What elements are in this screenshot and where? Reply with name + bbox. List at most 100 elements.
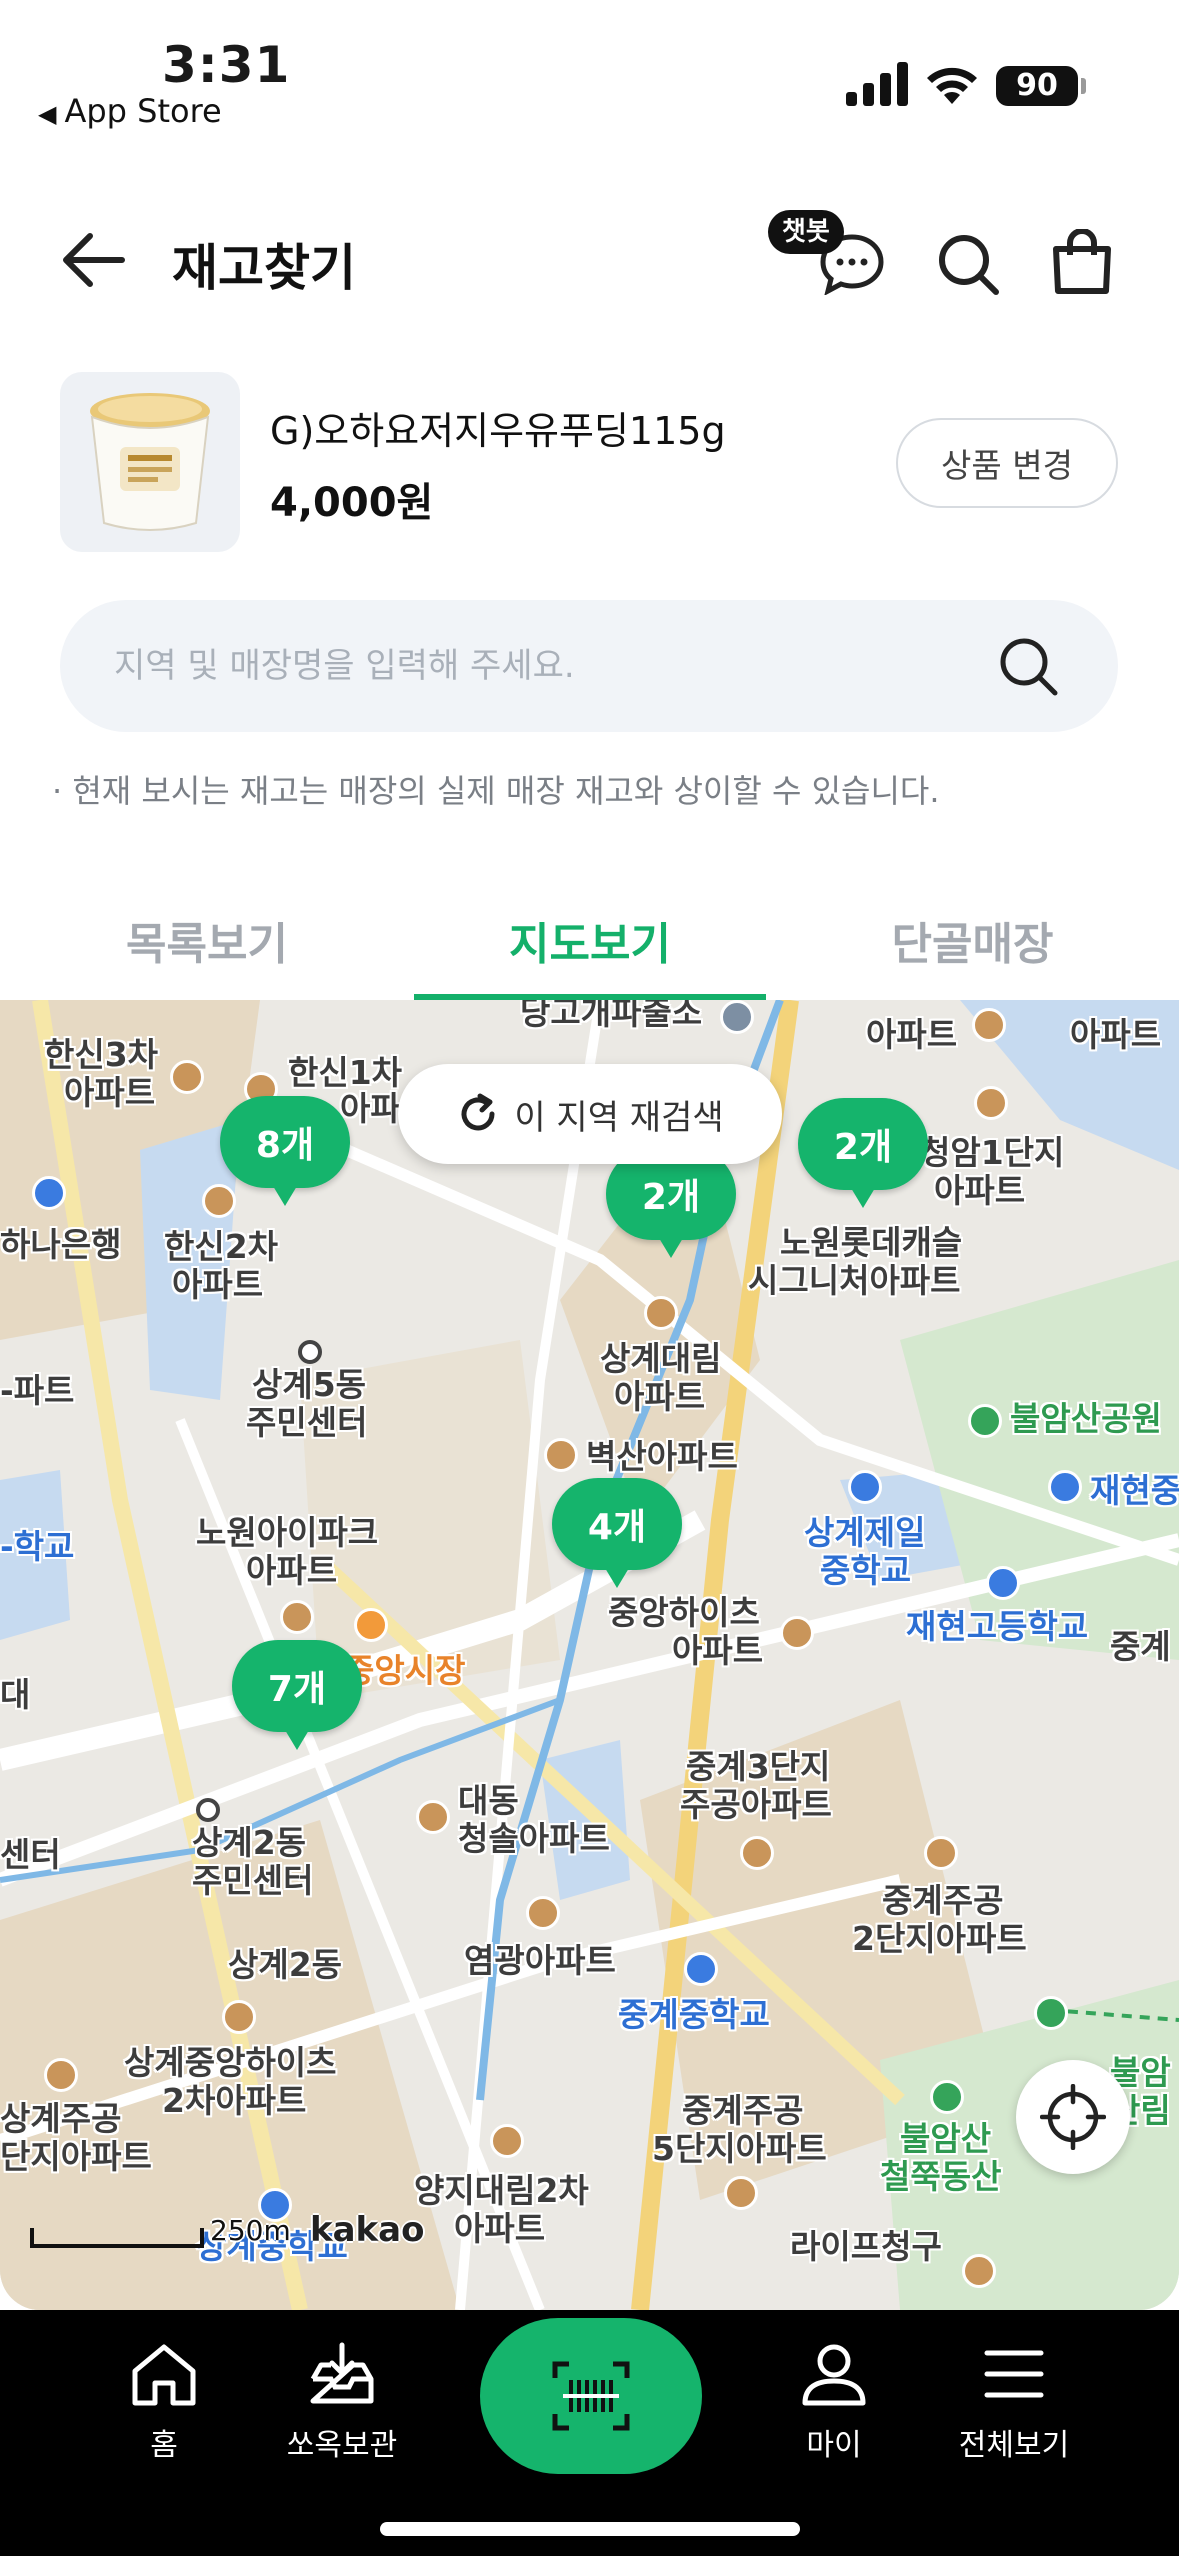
map-label: 상계5동	[252, 1365, 367, 1404]
apartment-poi-icon	[490, 2124, 524, 2158]
map-label: 상계주공	[0, 2099, 122, 2138]
nav-home-label: 홈	[150, 2428, 178, 2463]
barcode-scan-button[interactable]	[480, 2318, 702, 2474]
shopping-bag-button[interactable]	[1042, 222, 1122, 302]
apartment-poi-icon	[974, 1086, 1008, 1120]
map-label: 주민센터	[246, 1403, 368, 1442]
stock-cluster-marker[interactable]: 2개	[798, 1098, 928, 1208]
stock-cluster-marker[interactable]: 8개	[220, 1096, 350, 1206]
map-label: -학교	[0, 1527, 75, 1566]
apartment-poi-icon	[202, 1184, 236, 1218]
map-label: 중앙하이츠	[608, 1593, 760, 1632]
crosshair-icon	[1040, 2084, 1106, 2150]
tab-map-view[interactable]: 지도보기	[414, 880, 766, 1000]
apartment-poi-icon	[44, 2058, 78, 2092]
stock-notice: · 현재 보시는 재고는 매장의 실제 매장 재고와 상이할 수 있습니다.	[52, 772, 940, 810]
store-search-button[interactable]	[990, 628, 1066, 704]
refresh-icon	[456, 1092, 500, 1136]
apartment-poi-icon	[280, 1600, 314, 1634]
map-label: 상계제일	[804, 1513, 926, 1552]
apartment-poi-icon	[740, 1836, 774, 1870]
school-poi-icon	[986, 1566, 1020, 1600]
menu-icon	[974, 2334, 1054, 2414]
map-label: 철쭉동산	[880, 2157, 1002, 2196]
stock-cluster-marker[interactable]: 7개	[232, 1640, 362, 1750]
back-button[interactable]	[56, 222, 132, 298]
store-search-input[interactable]	[114, 630, 974, 702]
apartment-poi-icon	[526, 1896, 560, 1930]
apartment-poi-icon	[170, 1060, 204, 1094]
map-label: 아파트	[172, 1265, 264, 1304]
map-label: 중계	[1110, 1627, 1171, 1666]
map-label: 노원아이파크	[196, 1513, 379, 1552]
nav-all-menu-label: 전체보기	[958, 2428, 1070, 2463]
map-label: 상계2동	[192, 1823, 307, 1862]
map-label: 단지아파트	[0, 2137, 152, 2176]
wifi-icon	[927, 67, 977, 104]
change-product-button[interactable]: 상품 변경	[896, 418, 1118, 508]
nav-my[interactable]: 마이	[744, 2334, 924, 2484]
map-label: 시그니처아파트	[748, 1261, 961, 1300]
view-tabs: 목록보기 지도보기 단골매장	[0, 880, 1179, 1000]
apartment-poi-icon	[924, 1836, 958, 1870]
bank-poi-icon	[32, 1176, 66, 1210]
map-label: -파트	[0, 1371, 75, 1410]
school-poi-icon	[848, 1470, 882, 1504]
barcode-scan-icon	[552, 2361, 630, 2431]
map-label: 아파트	[64, 1073, 156, 1112]
map-label: 상계중앙하이츠	[124, 2043, 337, 2082]
battery-indicator: 90	[996, 66, 1078, 106]
map-label: 중계주공	[682, 2091, 804, 2130]
back-app-label: App Store	[64, 92, 222, 130]
map-label: 중계중학교	[618, 1995, 770, 2034]
chatbot-badge: 챗봇	[768, 210, 844, 254]
nav-my-label: 마이	[806, 2428, 862, 2463]
current-location-button[interactable]	[1016, 2060, 1130, 2174]
store-map[interactable]: 당고개파출소 아파트 아파트 한신3차 아파트 한신1차 아파트 청암1단지 아…	[0, 1000, 1179, 2310]
search-icon	[1000, 638, 1058, 696]
map-label: 아파트	[614, 1377, 706, 1416]
stock-cluster-marker[interactable]: 4개	[552, 1478, 682, 1588]
product-name: G)오하요저지우유푸딩115g	[270, 409, 726, 453]
map-label: 중앙시장	[344, 1651, 466, 1690]
search-icon	[939, 235, 999, 295]
map-label: 아파트	[866, 1015, 958, 1054]
tab-list-view[interactable]: 목록보기	[0, 880, 414, 1000]
nav-home[interactable]: 홈	[74, 2334, 254, 2484]
map-label: 중계3단지	[686, 1747, 831, 1786]
map-label: 대	[0, 1675, 31, 1714]
map-label: 주민센터	[192, 1861, 314, 1900]
home-icon	[124, 2334, 204, 2414]
map-label: 양지대림2차	[414, 2171, 589, 2210]
map-label: 상계2동	[228, 1945, 343, 1984]
map-label: 아파트	[246, 1551, 338, 1590]
apartment-poi-icon	[724, 2176, 758, 2210]
school-poi-icon	[684, 1952, 718, 1986]
map-label: 노원롯데캐슬	[780, 1223, 963, 1262]
nav-storage[interactable]: 쏘옥보관	[252, 2334, 432, 2484]
map-label: 벽산아파트	[586, 1437, 738, 1476]
map-label: 중학교	[820, 1551, 912, 1590]
map-label: 라이프청구	[790, 2227, 942, 2266]
map-label: 2차아파트	[162, 2081, 307, 2120]
nav-all-menu[interactable]: 전체보기	[924, 2334, 1104, 2484]
back-to-app-link[interactable]: ◀ App Store	[38, 92, 222, 130]
map-label: 아파트	[934, 1171, 1026, 1210]
map-label: 5단지아파트	[652, 2129, 827, 2168]
trail-poi-icon	[1034, 1996, 1068, 2030]
community-center-poi-icon	[298, 1340, 322, 1364]
map-label: 염광아파트	[464, 1941, 616, 1980]
apartment-poi-icon	[780, 1616, 814, 1650]
apartment-poi-icon	[972, 1008, 1006, 1042]
back-triangle-icon: ◀	[38, 100, 57, 128]
search-button[interactable]	[928, 224, 1008, 304]
map-label: 청솔아파트	[458, 1819, 610, 1858]
map-label: 당고개파출소	[520, 1000, 703, 1032]
map-label: 아파트	[1070, 1015, 1162, 1054]
page-title: 재고찾기	[172, 239, 356, 297]
tab-favorite-stores[interactable]: 단골매장	[766, 880, 1179, 1000]
park-poi-icon	[968, 1404, 1002, 1438]
research-area-button[interactable]: 이 지역 재검색	[398, 1064, 782, 1164]
home-indicator	[380, 2522, 800, 2536]
map-label: 아파트	[454, 2209, 546, 2248]
